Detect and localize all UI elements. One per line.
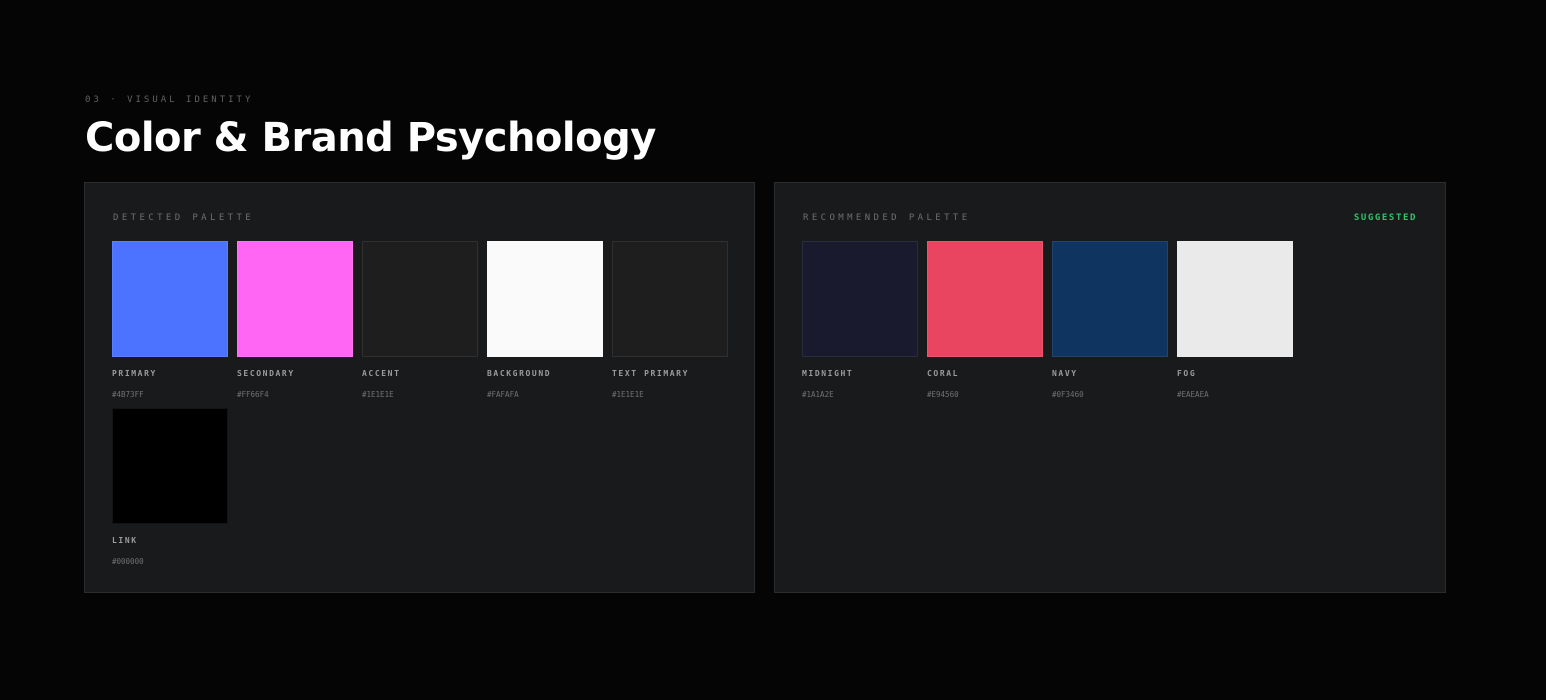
- swatch-hex: #0F3460: [1052, 390, 1084, 399]
- detected-palette-panel: DETECTED PALETTE PRIMARY #4B73FF SECONDA…: [84, 182, 755, 593]
- swatch-item-secondary[interactable]: SECONDARY #FF66F4: [237, 241, 353, 400]
- color-swatch: [612, 241, 728, 357]
- color-swatch: [112, 408, 228, 524]
- swatch-name: FOG: [1177, 369, 1197, 378]
- swatch-name: MIDNIGHT: [802, 369, 854, 378]
- swatch-item-accent[interactable]: ACCENT #1E1E1E: [362, 241, 478, 400]
- color-swatch: [237, 241, 353, 357]
- swatch-item-navy[interactable]: NAVY #0F3460: [1052, 241, 1168, 400]
- swatch-item-background[interactable]: BACKGROUND #FAFAFA: [487, 241, 603, 400]
- recommended-palette-label: RECOMMENDED PALETTE: [803, 213, 971, 223]
- swatch-hex: #FF66F4: [237, 390, 269, 399]
- swatch-item-fog[interactable]: FOG #EAEAEA: [1177, 241, 1293, 400]
- section-header: 03 · VISUAL IDENTITY Color & Brand Psych…: [85, 94, 656, 160]
- color-swatch: [112, 241, 228, 357]
- color-swatch: [1052, 241, 1168, 357]
- swatch-name: ACCENT: [362, 369, 401, 378]
- color-swatch: [362, 241, 478, 357]
- swatch-item-link[interactable]: LINK #000000: [112, 408, 228, 567]
- swatch-name: LINK: [112, 536, 138, 545]
- swatch-hex: #1A1A2E: [802, 390, 834, 399]
- swatch-hex: #E94560: [927, 390, 959, 399]
- swatch-hex: #1E1E1E: [362, 390, 394, 399]
- color-swatch: [927, 241, 1043, 357]
- page-title: Color & Brand Psychology: [85, 115, 656, 161]
- swatch-name: NAVY: [1052, 369, 1078, 378]
- detected-swatch-grid: PRIMARY #4B73FF SECONDARY #FF66F4 ACCENT…: [112, 241, 742, 567]
- color-swatch: [1177, 241, 1293, 357]
- detected-palette-label: DETECTED PALETTE: [113, 213, 255, 223]
- swatch-hex: #FAFAFA: [487, 390, 519, 399]
- swatch-item-text-primary[interactable]: TEXT PRIMARY #1E1E1E: [612, 241, 728, 400]
- swatch-item-primary[interactable]: PRIMARY #4B73FF: [112, 241, 228, 400]
- swatch-name: SECONDARY: [237, 369, 295, 378]
- swatch-hex: #4B73FF: [112, 390, 144, 399]
- section-eyebrow: 03 · VISUAL IDENTITY: [85, 95, 254, 105]
- suggested-badge: SUGGESTED: [1353, 213, 1417, 223]
- recommended-palette-panel: RECOMMENDED PALETTE SUGGESTED MIDNIGHT #…: [774, 182, 1446, 593]
- recommended-swatch-grid: MIDNIGHT #1A1A2E CORAL #E94560 NAVY #0F3…: [802, 241, 1432, 400]
- swatch-hex: #1E1E1E: [612, 390, 644, 399]
- swatch-name: PRIMARY: [112, 369, 157, 378]
- color-swatch: [487, 241, 603, 357]
- swatch-name: BACKGROUND: [487, 369, 552, 378]
- color-swatch: [802, 241, 918, 357]
- swatch-hex: #EAEAEA: [1177, 390, 1209, 399]
- swatch-item-coral[interactable]: CORAL #E94560: [927, 241, 1043, 400]
- swatch-name: CORAL: [927, 369, 960, 378]
- swatch-hex: #000000: [112, 557, 144, 566]
- swatch-name: TEXT PRIMARY: [612, 369, 689, 378]
- swatch-item-midnight[interactable]: MIDNIGHT #1A1A2E: [802, 241, 918, 400]
